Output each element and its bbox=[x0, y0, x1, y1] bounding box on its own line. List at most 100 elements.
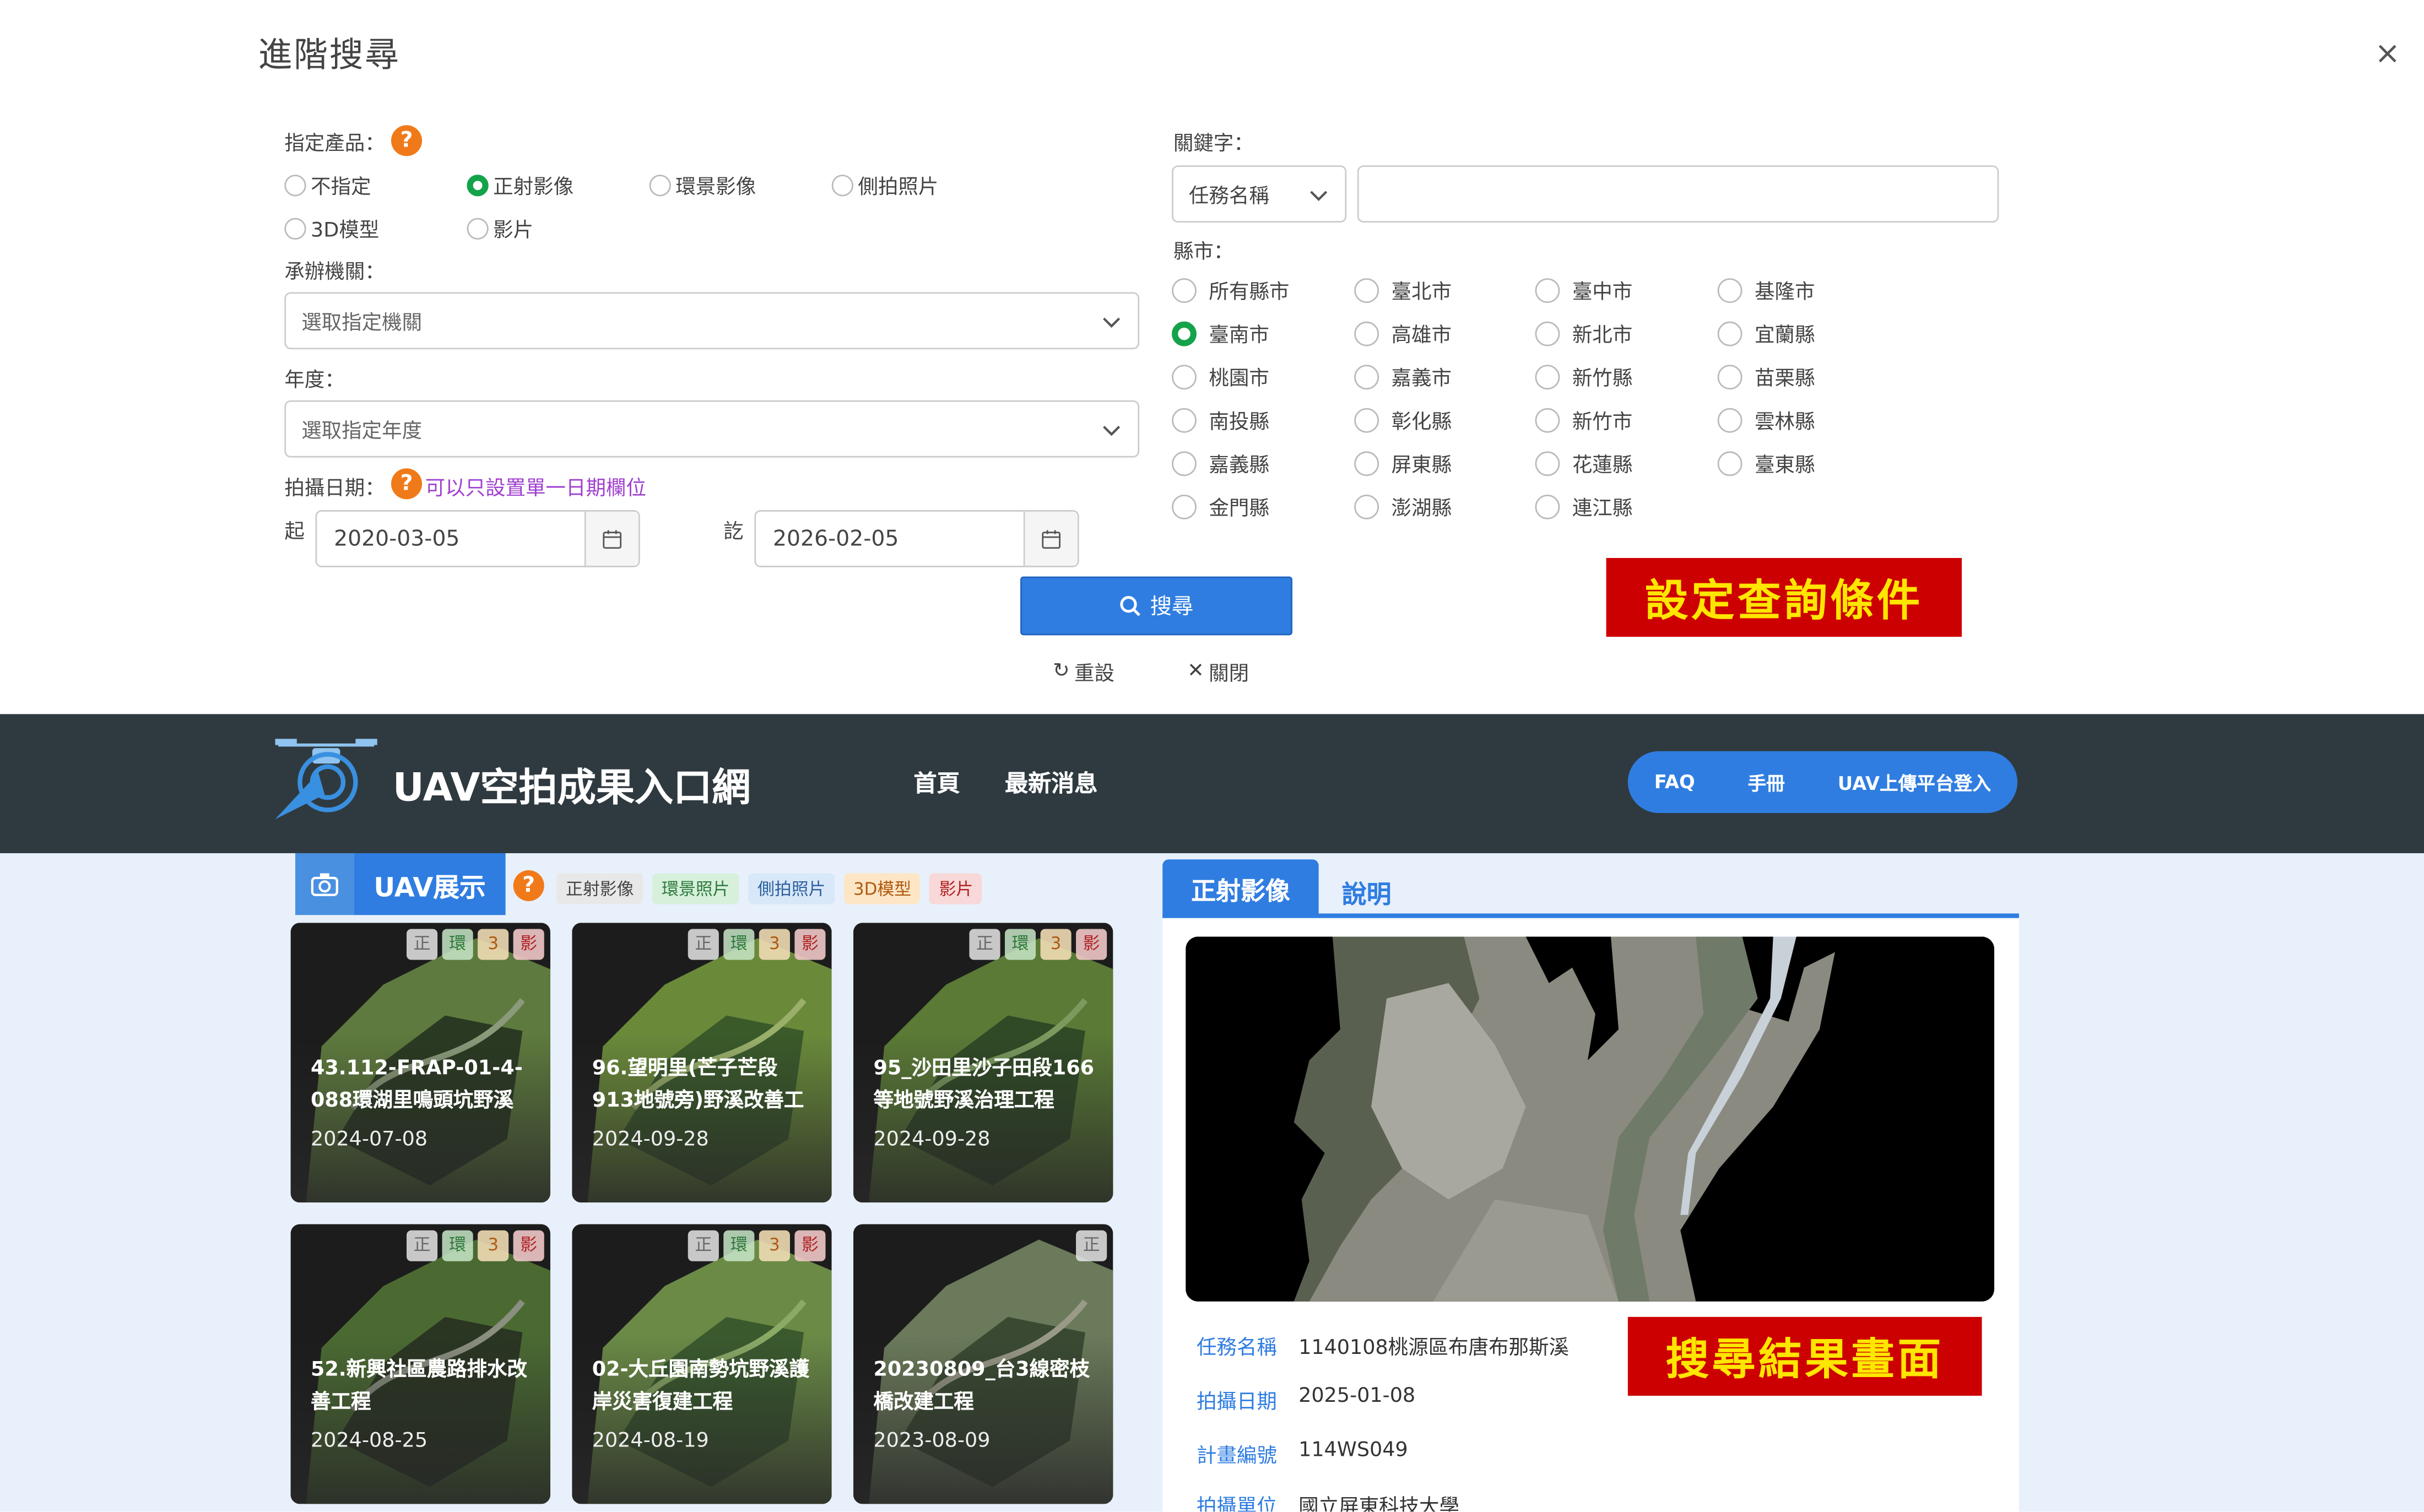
gallery-card[interactable]: 正環3影 96.望明里(芒子芒段913地號旁)野溪改善工程 2024-09-28 bbox=[572, 923, 832, 1203]
county-option-label: 嘉義市 bbox=[1391, 367, 1452, 391]
info-value: 國立屏東科技大學 bbox=[1298, 1496, 1460, 1512]
agency-select[interactable]: 選取指定機關 bbox=[284, 292, 1140, 350]
tag-ortho[interactable]: 正射影像 bbox=[556, 873, 643, 904]
radio-icon bbox=[1717, 364, 1743, 389]
tab-ortho[interactable]: 正射影像 bbox=[1162, 859, 1319, 917]
product-option-label: 正射影像 bbox=[493, 176, 574, 199]
product-option-video[interactable]: 影片 bbox=[467, 213, 533, 243]
radio-icon bbox=[831, 174, 853, 196]
card-badges: 正 bbox=[1072, 1230, 1107, 1261]
nav-upload-login[interactable]: UAV上傳平台登入 bbox=[1838, 769, 1991, 795]
gallery-card[interactable]: 正環 3 影 52.新興社區農路排水改善工程 2024-08-25 bbox=[290, 1224, 550, 1504]
product-badge: 影 bbox=[794, 1230, 826, 1261]
county-option[interactable]: 苗栗縣 bbox=[1717, 362, 1815, 391]
radio-icon bbox=[1172, 364, 1197, 389]
card-title: 20230809_台3線密枝橋改建工程 bbox=[873, 1358, 1090, 1415]
year-select[interactable]: 選取指定年度 bbox=[284, 400, 1140, 458]
keyword-field-select[interactable]: 任務名稱 bbox=[1172, 165, 1347, 223]
search-button[interactable]: 搜尋 bbox=[1020, 576, 1292, 636]
county-option[interactable]: 臺南市 bbox=[1172, 318, 1269, 348]
county-option[interactable]: 嘉義市 bbox=[1354, 362, 1452, 391]
county-option[interactable]: 花蓮縣 bbox=[1535, 448, 1632, 478]
site-title[interactable]: UAV空拍成果入口網 bbox=[393, 757, 751, 813]
info-key: 拍攝日期 bbox=[1196, 1391, 1277, 1415]
uav-logo-icon[interactable] bbox=[272, 733, 380, 825]
product-option-3d[interactable]: 3D模型 bbox=[284, 213, 379, 243]
gallery-card[interactable]: 正環 3 影 43.112-FRAP-01-4-088環湖里鳴頭坑野溪 2024-07-… bbox=[290, 923, 550, 1203]
gallery-card[interactable]: 正 20230809_台3線密枝橋改建工程 2023-08-09 bbox=[853, 1224, 1113, 1504]
county-option[interactable]: 金門縣 bbox=[1172, 491, 1269, 521]
card-badges: 正環3影 bbox=[683, 929, 826, 960]
close-button[interactable]: ✕ 關閉 bbox=[1187, 657, 1249, 686]
county-option[interactable]: 新竹縣 bbox=[1535, 362, 1632, 391]
nav-faq[interactable]: FAQ bbox=[1654, 771, 1695, 793]
product-option-ortho[interactable]: 正射影像 bbox=[467, 170, 573, 199]
tag-panorama[interactable]: 環景照片 bbox=[652, 873, 739, 904]
card-title: 96.望明里(芒子芒段913地號旁)野溪改善工程 bbox=[592, 1057, 804, 1113]
county-option[interactable]: 南投縣 bbox=[1172, 405, 1269, 435]
product-badge: 正 bbox=[407, 1230, 438, 1261]
ortho-image-viewer[interactable] bbox=[1186, 936, 1994, 1302]
reset-button-label: 重設 bbox=[1074, 663, 1114, 686]
county-option[interactable]: 臺東縣 bbox=[1717, 448, 1815, 478]
tab-uav-showcase[interactable]: UAV展示 bbox=[354, 853, 506, 915]
nav-home[interactable]: 首頁 bbox=[913, 767, 960, 799]
calendar-icon[interactable] bbox=[584, 511, 639, 566]
date-from-input[interactable]: 2020-03-05 bbox=[315, 510, 640, 567]
county-option[interactable]: 新北市 bbox=[1535, 318, 1632, 348]
tag-video[interactable]: 影片 bbox=[929, 873, 983, 904]
county-option-label: 金門縣 bbox=[1209, 497, 1269, 521]
card-date: 2024-08-19 bbox=[592, 1429, 709, 1453]
product-badge: 正 bbox=[969, 929, 1000, 960]
product-option-side-photo[interactable]: 側拍照片 bbox=[831, 170, 938, 199]
tag-side-photo[interactable]: 側拍照片 bbox=[748, 873, 835, 904]
county-option-label: 雲林縣 bbox=[1754, 411, 1815, 435]
nav-news[interactable]: 最新消息 bbox=[1005, 767, 1097, 799]
radio-icon bbox=[1354, 321, 1379, 346]
county-option[interactable]: 臺中市 bbox=[1535, 275, 1632, 305]
product-option-none[interactable]: 不指定 bbox=[284, 170, 371, 199]
county-option[interactable]: 連江縣 bbox=[1535, 491, 1632, 521]
help-icon[interactable]: ? bbox=[391, 468, 423, 500]
county-option[interactable]: 嘉義縣 bbox=[1172, 448, 1269, 478]
card-date: 2024-07-08 bbox=[311, 1128, 428, 1152]
county-option[interactable]: 基隆市 bbox=[1717, 275, 1815, 305]
gallery-card[interactable]: 正環 3 影 95_沙田里沙子田段166等地號野溪治理工程 2024-09-28 bbox=[853, 923, 1113, 1203]
radio-icon bbox=[1172, 450, 1197, 475]
product-option-panorama[interactable]: 環景影像 bbox=[649, 170, 756, 199]
county-option[interactable]: 臺北市 bbox=[1354, 275, 1452, 305]
info-value: 2025-01-08 bbox=[1298, 1385, 1416, 1408]
product-badge: 3 bbox=[478, 1230, 509, 1261]
county-option[interactable]: 宜蘭縣 bbox=[1717, 318, 1815, 348]
county-option[interactable]: 屏東縣 bbox=[1354, 448, 1452, 478]
county-option[interactable]: 桃園市 bbox=[1172, 362, 1269, 391]
reset-button[interactable]: ↻ 重設 bbox=[1053, 657, 1114, 686]
gallery-card[interactable]: 正環 3 影 02-大丘園南勢坑野溪護岸災害復建工程 2024-08-19 bbox=[572, 1224, 832, 1504]
date-to-input[interactable]: 2026-02-05 bbox=[754, 510, 1079, 567]
county-option[interactable]: 新竹市 bbox=[1535, 405, 1632, 435]
county-option[interactable]: 所有縣市 bbox=[1172, 275, 1289, 305]
county-option-label: 花蓮縣 bbox=[1572, 454, 1633, 478]
help-icon[interactable]: ? bbox=[391, 125, 423, 156]
radio-checked-icon bbox=[467, 174, 489, 196]
county-option[interactable]: 澎湖縣 bbox=[1354, 491, 1452, 521]
product-badge: 影 bbox=[794, 929, 826, 960]
county-option[interactable]: 高雄市 bbox=[1354, 318, 1452, 348]
chevron-down-icon bbox=[1310, 190, 1328, 200]
keyword-input[interactable] bbox=[1357, 165, 1999, 223]
close-icon[interactable]: × bbox=[2374, 34, 2400, 71]
nav-manual[interactable]: 手冊 bbox=[1747, 769, 1784, 795]
county-option[interactable]: 彰化縣 bbox=[1354, 405, 1452, 435]
tab-description[interactable]: 說明 bbox=[1342, 873, 1392, 910]
help-icon[interactable]: ? bbox=[513, 870, 544, 901]
county-option-label: 屏東縣 bbox=[1391, 454, 1452, 478]
tag-3d[interactable]: 3D模型 bbox=[844, 873, 921, 904]
card-date: 2024-08-25 bbox=[311, 1429, 428, 1453]
county-option-label: 臺南市 bbox=[1209, 324, 1269, 348]
county-option-label: 新竹縣 bbox=[1572, 367, 1633, 391]
info-key: 任務名稱 bbox=[1196, 1337, 1277, 1361]
county-option[interactable]: 雲林縣 bbox=[1717, 405, 1815, 435]
product-label: 指定產品： bbox=[284, 133, 385, 156]
calendar-icon[interactable] bbox=[1023, 511, 1078, 566]
card-date: 2023-08-09 bbox=[873, 1429, 991, 1453]
